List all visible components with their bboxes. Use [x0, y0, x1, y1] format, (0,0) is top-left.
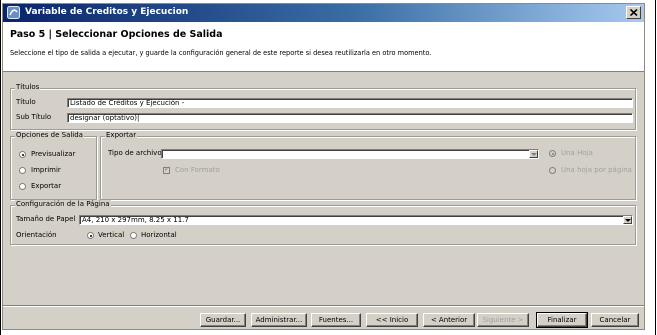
titulo-input[interactable]: Listado de Créditos y Ejecución -	[67, 98, 633, 108]
close-icon	[630, 9, 638, 16]
right-frame-line	[655, 0, 656, 335]
una-hoja-label[interactable]: Una Hoja	[561, 149, 593, 157]
guardar-button[interactable]: Guardar...	[200, 313, 246, 327]
subtitulo-label: Sub Título	[16, 113, 52, 121]
step-title: Paso 5 | Seleccionar Opciones de Salida	[10, 29, 223, 40]
chevron-down-icon[interactable]	[623, 216, 632, 224]
tamano-papel-value: A4, 210 x 297mm, 8.25 x 11.7	[82, 216, 189, 224]
una-hoja-radio[interactable]	[549, 150, 556, 157]
finalizar-button[interactable]: Finalizar	[536, 312, 588, 328]
configuracion-pagina-group: Configuración de la Página Tamaño de Pap…	[10, 200, 636, 245]
titulo-label: Título	[16, 98, 36, 106]
pagina-legend: Configuración de la Página	[15, 200, 111, 208]
cancelar-button[interactable]: Cancelar	[591, 313, 639, 327]
imprimir-radio[interactable]	[19, 167, 26, 174]
window-title: Variable de Creditos y Ejecucion	[25, 7, 189, 17]
app-icon	[7, 6, 20, 19]
exportar-label[interactable]: Exportar	[31, 182, 61, 190]
previsualizar-label[interactable]: Previsualizar	[31, 150, 75, 158]
siguiente-button[interactable]: Siguiente >	[477, 313, 529, 327]
opciones-legend: Opciones de Salida	[15, 131, 84, 139]
opciones-salida-group: Opciones de Salida Previsualizar Imprimi…	[10, 131, 97, 200]
step-header: Paso 5 | Seleccionar Opciones de Salida …	[3, 22, 644, 72]
inicio-button[interactable]: << Inicio	[366, 313, 418, 327]
exportar-legend: Exportar	[105, 131, 138, 139]
con-formato-label[interactable]: Con Formato	[175, 166, 220, 174]
step-description: Seleccione el tipo de salida a ejecutar,…	[10, 49, 432, 57]
con-formato-checkbox[interactable]	[163, 165, 170, 174]
tipo-archivo-dropdown[interactable]	[161, 149, 539, 159]
left-frame-line	[0, 0, 1, 335]
administrar-button[interactable]: Administrar...	[251, 313, 307, 327]
tipo-archivo-label: Tipo de archivo	[108, 149, 162, 157]
una-hoja-por-pagina-label[interactable]: Una hoja por página	[561, 166, 632, 174]
tamano-papel-label: Tamaño de Papel	[16, 215, 76, 223]
horizontal-label[interactable]: Horizontal	[141, 231, 177, 239]
title-bar[interactable]: Variable de Creditos y Ejecucion	[3, 4, 644, 22]
orientacion-label: Orientación	[16, 231, 57, 239]
exportar-radio[interactable]	[19, 183, 26, 190]
dialog-window: Variable de Creditos y Ejecucion Paso 5 …	[2, 3, 645, 330]
exportar-group: Exportar Tipo de archivo Con Formato Una…	[100, 131, 636, 200]
imprimir-label[interactable]: Imprimir	[31, 166, 61, 174]
subtitulo-input[interactable]: designar (optativo)|	[67, 113, 633, 123]
horizontal-radio[interactable]	[130, 232, 137, 239]
close-button[interactable]	[626, 6, 641, 19]
chevron-down-icon[interactable]	[529, 150, 538, 158]
titulos-group: Títulos Título Listado de Créditos y Eje…	[10, 83, 636, 130]
titulos-legend: Títulos	[15, 83, 41, 91]
vertical-label[interactable]: Vertical	[98, 231, 124, 239]
una-hoja-por-pagina-radio[interactable]	[549, 167, 556, 174]
tamano-papel-dropdown[interactable]: A4, 210 x 297mm, 8.25 x 11.7	[79, 215, 633, 225]
fuentes-button[interactable]: Fuentes...	[311, 313, 361, 327]
previsualizar-radio[interactable]	[19, 151, 26, 158]
anterior-button[interactable]: < Anterior	[423, 313, 475, 327]
vertical-radio[interactable]	[87, 232, 94, 239]
footer-separator	[3, 305, 644, 307]
